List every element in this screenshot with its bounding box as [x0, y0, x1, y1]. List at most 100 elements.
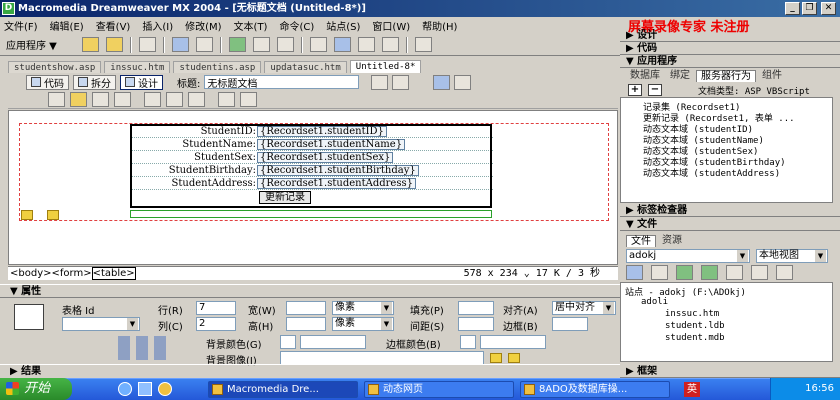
clear-size-icons[interactable] — [118, 336, 172, 360]
check-in-icon[interactable] — [751, 265, 768, 280]
list-item[interactable]: 动态文本域 (studentAddress) — [643, 166, 780, 179]
design-view[interactable]: StudentID: {Recordset1.studentID} Studen… — [8, 110, 618, 265]
bg-color-swatch[interactable] — [280, 335, 296, 349]
code-view-button[interactable]: 代码 — [26, 74, 69, 90]
align-dropdown[interactable]: 居中对齐 — [552, 301, 616, 315]
tab-databases[interactable]: 数据库 — [626, 70, 664, 82]
width-unit-dropdown[interactable]: 像素 — [332, 301, 394, 315]
menu-commands[interactable]: 命令(C) — [279, 18, 314, 33]
save-all-icon[interactable] — [114, 92, 131, 107]
maximize-button[interactable]: ❐ — [802, 2, 817, 15]
delete-record-icon[interactable] — [357, 37, 375, 52]
close-button[interactable]: ✕ — [821, 2, 836, 15]
record-count-icon[interactable] — [276, 37, 294, 52]
task-word-doc[interactable]: 8ADO及数据库操... — [520, 381, 670, 398]
recordset-icon[interactable] — [81, 37, 99, 52]
properties-header[interactable]: ▼ 属性 — [0, 284, 620, 298]
cut-icon[interactable] — [144, 92, 161, 107]
cell-spacing-input[interactable] — [458, 317, 494, 331]
form-table[interactable]: StudentID: {Recordset1.studentID} Studen… — [130, 124, 493, 208]
copy-icon[interactable] — [166, 92, 183, 107]
add-behavior-button[interactable]: + — [628, 84, 642, 96]
menu-edit[interactable]: 编辑(E) — [50, 18, 84, 33]
quicklaunch-media-icon[interactable] — [158, 382, 172, 396]
doc-tab-inssuc[interactable]: inssuc.htm — [104, 61, 171, 73]
menu-insert[interactable]: 插入(I) — [142, 18, 173, 33]
tag-selector-form[interactable]: <form> — [52, 268, 92, 279]
connect-icon[interactable] — [626, 265, 643, 280]
design-panel-header[interactable]: ▶ 设计 — [620, 30, 840, 42]
table-id-dropdown[interactable] — [62, 317, 140, 331]
new-document-icon[interactable] — [48, 92, 65, 107]
cols-input[interactable]: 2 — [196, 317, 236, 331]
quicklaunch-desktop-icon[interactable] — [138, 382, 152, 396]
bg-color-input[interactable] — [300, 335, 366, 349]
insert-record-icon[interactable] — [309, 37, 327, 52]
split-view-button[interactable]: 拆分 — [73, 74, 116, 90]
open-folder-icon[interactable] — [70, 92, 87, 107]
files-panel-header[interactable]: ▼ 文件 — [620, 219, 840, 231]
doc-tab-studentins[interactable]: studentins.asp — [173, 61, 262, 73]
tab-bindings[interactable]: 绑定 — [666, 70, 694, 82]
cell-padding-input[interactable] — [458, 301, 494, 315]
update-record-button[interactable]: 更新记录 — [259, 191, 311, 204]
tab-files[interactable]: 文件 — [626, 235, 656, 247]
height-unit-dropdown[interactable]: 像素 — [332, 317, 394, 331]
update-record-icon[interactable] — [333, 37, 351, 52]
tab-assets[interactable]: 资源 — [658, 235, 686, 247]
doc-tab-untitled-8[interactable]: Untitled-8* — [349, 60, 422, 73]
save-icon[interactable] — [92, 92, 109, 107]
browser-check-icon[interactable] — [392, 74, 410, 90]
border-color-input[interactable] — [480, 335, 546, 349]
height-input[interactable] — [286, 317, 326, 331]
paste-icon[interactable] — [188, 92, 205, 107]
dynamic-data-icon[interactable] — [138, 37, 156, 52]
rows-input[interactable]: 7 — [196, 301, 236, 315]
command-icon[interactable] — [105, 37, 123, 52]
menu-view[interactable]: 查看(V) — [96, 18, 131, 33]
menu-modify[interactable]: 修改(M) — [185, 18, 221, 33]
tag-inspector-header[interactable]: ▶ 标签检查器 — [620, 205, 840, 217]
tree-file[interactable]: inssuc.htm — [665, 309, 719, 319]
dynamic-text-field[interactable]: {Recordset1.studentName} — [257, 139, 406, 150]
menu-text[interactable]: 文本(T) — [234, 18, 268, 33]
doc-tab-updatasuc[interactable]: updatasuc.htm — [264, 61, 347, 73]
bg-image-input[interactable] — [280, 351, 484, 365]
task-dreamweaver[interactable]: Macromedia Dre... — [208, 381, 358, 398]
page-title-input[interactable] — [204, 75, 360, 89]
delete-record-x-icon[interactable] — [381, 37, 399, 52]
user-auth-icon[interactable] — [414, 37, 432, 52]
view-dropdown[interactable]: 本地视图 — [756, 249, 828, 263]
asp-code-marker-icon[interactable] — [21, 210, 33, 220]
width-input[interactable] — [286, 301, 326, 315]
refresh-files-icon[interactable] — [651, 265, 668, 280]
design-view-button[interactable]: 设计 — [120, 74, 163, 90]
put-files-icon[interactable] — [701, 265, 718, 280]
validate-icon[interactable] — [371, 74, 389, 90]
undo-icon[interactable] — [218, 92, 235, 107]
dynamic-text-field[interactable]: {Recordset1.studentBirthday} — [257, 165, 419, 176]
code-panel-header[interactable]: ▶ 代码 — [620, 43, 840, 55]
tree-file[interactable]: student.mdb — [665, 333, 725, 343]
task-folder[interactable]: 动态网页 — [364, 381, 514, 398]
expand-icon[interactable] — [776, 265, 793, 280]
site-dropdown[interactable]: adokj — [626, 249, 750, 263]
refresh-icon[interactable] — [433, 74, 451, 90]
redo-icon[interactable] — [240, 92, 257, 107]
go-to-detail-icon[interactable] — [252, 37, 270, 52]
dynamic-text-field[interactable]: {Recordset1.studentID} — [257, 126, 387, 137]
doc-tab-studentshow[interactable]: studentshow.asp — [8, 61, 102, 73]
menu-file[interactable]: 文件(F) — [4, 18, 38, 33]
border-color-swatch[interactable] — [460, 335, 476, 349]
dynamic-text-field[interactable]: {Recordset1.studentAddress} — [257, 178, 416, 189]
show-region-icon[interactable] — [195, 37, 213, 52]
tag-selector-body[interactable]: <body> — [10, 268, 52, 279]
point-to-file-icon[interactable] — [490, 353, 502, 363]
view-options-icon[interactable] — [454, 74, 472, 90]
insert-category-dropdown[interactable]: 应用程序 ▼ — [6, 37, 57, 52]
menu-site[interactable]: 站点(S) — [326, 18, 360, 33]
quicklaunch-ie-icon[interactable] — [118, 382, 132, 396]
menu-window[interactable]: 窗口(W) — [372, 18, 410, 33]
results-panel-header[interactable]: ▶ 结果 — [0, 364, 620, 378]
browse-folder-icon[interactable] — [508, 353, 520, 363]
